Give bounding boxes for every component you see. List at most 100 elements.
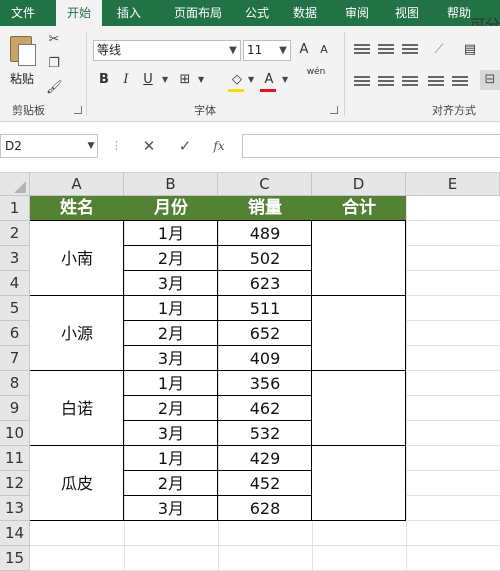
sales-cell[interactable]: 652 xyxy=(218,321,312,346)
row-header[interactable]: 14 xyxy=(0,521,30,546)
sales-cell[interactable]: 502 xyxy=(218,246,312,271)
font-color-button[interactable]: A xyxy=(262,70,276,90)
month-cell[interactable]: 3月 xyxy=(124,271,218,296)
column-header[interactable]: A xyxy=(30,173,124,196)
month-cell[interactable]: 1月 xyxy=(124,371,218,396)
header-cell[interactable]: 合计 xyxy=(312,196,406,221)
fill-color-icon[interactable]: ◇ xyxy=(228,70,246,90)
select-all-button[interactable] xyxy=(0,173,30,196)
tab-formulas[interactable]: 公式 xyxy=(236,0,278,26)
tab-insert[interactable]: 插入 xyxy=(106,0,152,26)
sales-cell[interactable]: 489 xyxy=(218,221,312,246)
month-cell[interactable]: 2月 xyxy=(124,471,218,496)
drag-handle-icon[interactable]: ⋮ xyxy=(111,134,122,158)
align-center-icon[interactable] xyxy=(378,76,394,90)
cancel-entry-icon[interactable]: ✕ xyxy=(138,134,160,158)
tab-data[interactable]: 数据 xyxy=(284,0,326,26)
merged-name-cell[interactable]: 小源 xyxy=(30,296,124,371)
chevron-down-icon[interactable]: ▼ xyxy=(162,70,168,90)
align-top-icon[interactable] xyxy=(354,44,370,58)
month-cell[interactable]: 2月 xyxy=(124,321,218,346)
sales-cell[interactable]: 623 xyxy=(218,271,312,296)
phonetic-guide-button[interactable]: wén xyxy=(304,66,328,86)
month-cell[interactable]: 1月 xyxy=(124,296,218,321)
row-header[interactable]: 1 xyxy=(0,196,30,221)
borders-icon[interactable]: ⊞ xyxy=(176,70,194,90)
tab-home[interactable]: 开始 xyxy=(56,0,102,26)
column-header[interactable]: C xyxy=(218,173,312,196)
sales-cell[interactable]: 452 xyxy=(218,471,312,496)
decrease-font-size-button[interactable]: A xyxy=(316,40,332,60)
row-header[interactable]: 4 xyxy=(0,271,30,296)
row-header[interactable]: 7 xyxy=(0,346,30,371)
header-cell[interactable]: 月份 xyxy=(124,196,218,221)
merged-total-cell[interactable] xyxy=(312,296,406,371)
bold-button[interactable]: B xyxy=(96,70,112,90)
align-left-icon[interactable] xyxy=(354,76,370,90)
align-middle-icon[interactable] xyxy=(378,44,394,58)
row-header[interactable]: 9 xyxy=(0,396,30,421)
italic-button[interactable]: I xyxy=(118,70,134,90)
row-header[interactable]: 11 xyxy=(0,446,30,471)
month-cell[interactable]: 2月 xyxy=(124,246,218,271)
decrease-indent-icon[interactable] xyxy=(428,76,444,90)
wrap-text-icon[interactable]: ▤ xyxy=(462,40,478,60)
merged-name-cell[interactable]: 小南 xyxy=(30,221,124,296)
chevron-down-icon[interactable]: ▼ xyxy=(84,134,98,158)
sales-cell[interactable]: 628 xyxy=(218,496,312,521)
chevron-down-icon[interactable]: ▼ xyxy=(282,70,288,90)
row-header[interactable]: 3 xyxy=(0,246,30,271)
copy-icon[interactable]: ❐ xyxy=(46,56,62,72)
cut-icon[interactable]: ✂ xyxy=(46,32,62,48)
format-painter-icon[interactable]: 🖌 xyxy=(46,80,63,96)
row-header[interactable]: 13 xyxy=(0,496,30,521)
month-cell[interactable]: 1月 xyxy=(124,446,218,471)
merged-total-cell[interactable] xyxy=(312,371,406,446)
merged-total-cell[interactable] xyxy=(312,446,406,521)
chevron-down-icon[interactable]: ▼ xyxy=(248,70,254,90)
align-right-icon[interactable] xyxy=(402,76,418,90)
chevron-down-icon[interactable]: ▼ xyxy=(198,70,204,90)
row-header[interactable]: 10 xyxy=(0,421,30,446)
clipboard-launcher-icon[interactable] xyxy=(74,106,82,114)
row-header[interactable]: 2 xyxy=(0,221,30,246)
column-header[interactable]: B xyxy=(124,173,218,196)
row-header[interactable]: 8 xyxy=(0,371,30,396)
header-cell[interactable]: 姓名 xyxy=(30,196,124,221)
row-header[interactable]: 5 xyxy=(0,296,30,321)
month-cell[interactable]: 1月 xyxy=(124,221,218,246)
tab-file[interactable]: 文件 xyxy=(0,0,46,26)
tab-page-layout[interactable]: 页面布局 xyxy=(158,0,238,26)
header-cell[interactable]: 销量 xyxy=(218,196,312,221)
month-cell[interactable]: 3月 xyxy=(124,346,218,371)
month-cell[interactable]: 3月 xyxy=(124,496,218,521)
font-name-select[interactable]: 等线 xyxy=(93,40,241,61)
tab-view[interactable]: 视图 xyxy=(386,0,428,26)
align-bottom-icon[interactable] xyxy=(402,44,418,58)
sales-cell[interactable]: 532 xyxy=(218,421,312,446)
merged-name-cell[interactable]: 白诺 xyxy=(30,371,124,446)
month-cell[interactable]: 3月 xyxy=(124,421,218,446)
underline-button[interactable]: U xyxy=(140,70,156,90)
enter-entry-icon[interactable]: ✓ xyxy=(174,134,196,158)
merge-center-icon[interactable]: ⊟ xyxy=(480,70,500,90)
increase-indent-icon[interactable] xyxy=(452,76,468,90)
sales-cell[interactable]: 429 xyxy=(218,446,312,471)
merged-total-cell[interactable] xyxy=(312,221,406,296)
increase-font-size-button[interactable]: A xyxy=(296,40,312,60)
column-header[interactable]: E xyxy=(406,173,500,196)
column-header[interactable]: D xyxy=(312,173,406,196)
insert-function-button[interactable]: fx xyxy=(208,134,230,158)
font-launcher-icon[interactable] xyxy=(330,106,338,114)
sales-cell[interactable]: 462 xyxy=(218,396,312,421)
sales-cell[interactable]: 356 xyxy=(218,371,312,396)
sales-cell[interactable]: 511 xyxy=(218,296,312,321)
formula-input[interactable] xyxy=(242,134,500,158)
merged-name-cell[interactable]: 瓜皮 xyxy=(30,446,124,521)
tab-review[interactable]: 审阅 xyxy=(336,0,378,26)
month-cell[interactable]: 2月 xyxy=(124,396,218,421)
chevron-down-icon[interactable]: ▼ xyxy=(226,40,240,61)
row-header[interactable]: 6 xyxy=(0,321,30,346)
chevron-down-icon[interactable]: ▼ xyxy=(276,40,290,61)
row-header[interactable]: 12 xyxy=(0,471,30,496)
